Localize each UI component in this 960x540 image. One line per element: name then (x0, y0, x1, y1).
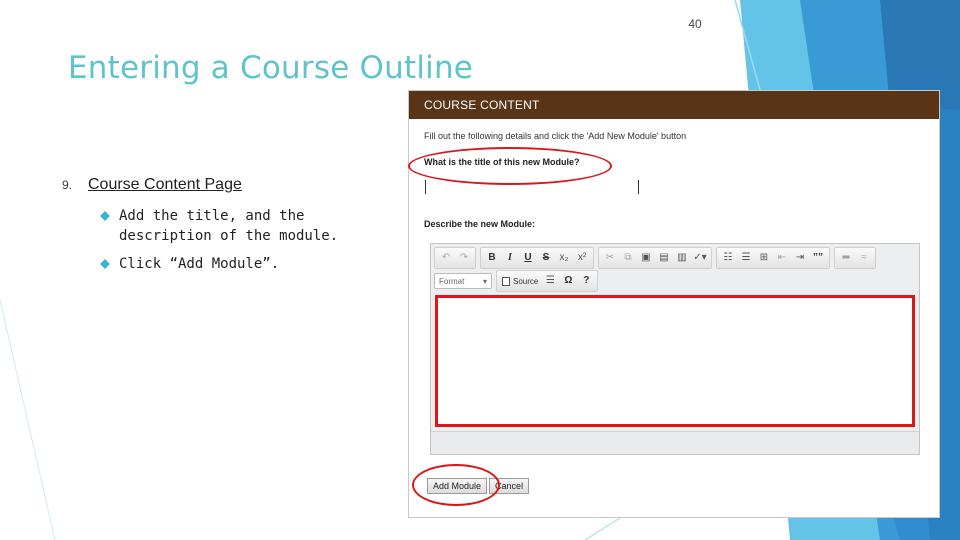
tools-group: Source ☰ Ω ? (496, 270, 599, 292)
document-icon (502, 276, 510, 286)
undo-icon[interactable]: ↶ (437, 250, 455, 266)
strikethrough-button[interactable]: S (537, 250, 555, 266)
module-title-input[interactable] (425, 180, 639, 194)
diamond-bullet-icon (100, 259, 110, 269)
history-group: ↶ ↷ (434, 247, 476, 269)
cancel-button[interactable]: Cancel (489, 478, 530, 494)
more-icon[interactable]: ≈ (855, 250, 873, 266)
horizontal-line-icon[interactable]: ═ (837, 250, 855, 266)
cut-icon[interactable]: ✂ (601, 250, 619, 266)
module-description-label: Describe the new Module: (424, 219, 536, 229)
step-label: Course Content Page (88, 176, 242, 193)
diamond-bullet-icon (100, 211, 110, 221)
module-title-label: What is the title of this new Module? (424, 157, 580, 167)
bullet-text: Add the title, and the description of th… (119, 208, 339, 244)
form-buttons: Add Module Cancel (427, 478, 530, 494)
course-content-header: COURSE CONTENT (409, 91, 939, 119)
instruction-text: Fill out the following details and click… (424, 131, 687, 141)
rich-text-editor: ↶ ↷ B I U S x₂ x² ✂ ⧉ ▣ ▤ ▥ ✓▾ ☷ ☰ ⊞ ⇤ ⇥… (430, 243, 920, 455)
italic-button[interactable]: I (501, 250, 519, 266)
add-module-button[interactable]: Add Module (427, 478, 488, 494)
slide-title: Entering a Course Outline (68, 50, 474, 86)
course-content-screenshot: COURSE CONTENT Fill out the following de… (408, 90, 940, 518)
step-number: 9. (62, 178, 73, 192)
redo-icon[interactable]: ↷ (455, 250, 473, 266)
paste-text-icon[interactable]: ▤ (655, 250, 673, 266)
editor-toolbar-row: Format ▾ Source ☰ Ω ? (434, 270, 602, 292)
indent-icon[interactable]: ⇥ (791, 250, 809, 266)
format-dropdown-label: Format (439, 276, 465, 286)
special-character-button[interactable]: Ω (559, 273, 577, 289)
superscript-button[interactable]: x² (573, 250, 591, 266)
basic-style-group: B I U S x₂ x² (480, 247, 594, 269)
copy-icon[interactable]: ⧉ (619, 250, 637, 266)
source-button[interactable]: Source (499, 273, 541, 289)
step-heading: 9. Course Content Page (62, 176, 242, 194)
blockquote-button[interactable]: ”” (809, 250, 827, 266)
bullet-text: Click “Add Module”. (119, 256, 280, 272)
paragraph-group: ☷ ☰ ⊞ ⇤ ⇥ ”” (716, 247, 830, 269)
bulleted-list-icon[interactable]: ☰ (737, 250, 755, 266)
editor-toolbar-row: ↶ ↷ B I U S x₂ x² ✂ ⧉ ▣ ▤ ▥ ✓▾ ☷ ☰ ⊞ ⇤ ⇥… (434, 247, 880, 269)
editor-status-bar (431, 431, 919, 454)
module-description-editor[interactable] (435, 295, 915, 427)
chevron-down-icon: ▾ (482, 276, 487, 286)
bullet-item: Click “Add Module”. (100, 254, 390, 274)
underline-button[interactable]: U (519, 250, 537, 266)
spellcheck-icon[interactable]: ✓▾ (691, 250, 709, 266)
clipboard-group: ✂ ⧉ ▣ ▤ ▥ ✓▾ (598, 247, 712, 269)
help-button[interactable]: ? (577, 273, 595, 289)
insert-group: ═ ≈ (834, 247, 876, 269)
numbered-list-icon[interactable]: ☷ (719, 250, 737, 266)
subscript-button[interactable]: x₂ (555, 250, 573, 266)
page-number: 40 (688, 17, 702, 31)
format-dropdown[interactable]: Format ▾ (434, 273, 492, 289)
paste-icon[interactable]: ▣ (637, 250, 655, 266)
bold-button[interactable]: B (483, 250, 501, 266)
bullet-item: Add the title, and the description of th… (100, 206, 390, 246)
outdent-icon[interactable]: ⇤ (773, 250, 791, 266)
align-icon[interactable]: ☰ (541, 273, 559, 289)
table-icon[interactable]: ⊞ (755, 250, 773, 266)
paste-word-icon[interactable]: ▥ (673, 250, 691, 266)
source-button-label: Source (513, 276, 539, 286)
